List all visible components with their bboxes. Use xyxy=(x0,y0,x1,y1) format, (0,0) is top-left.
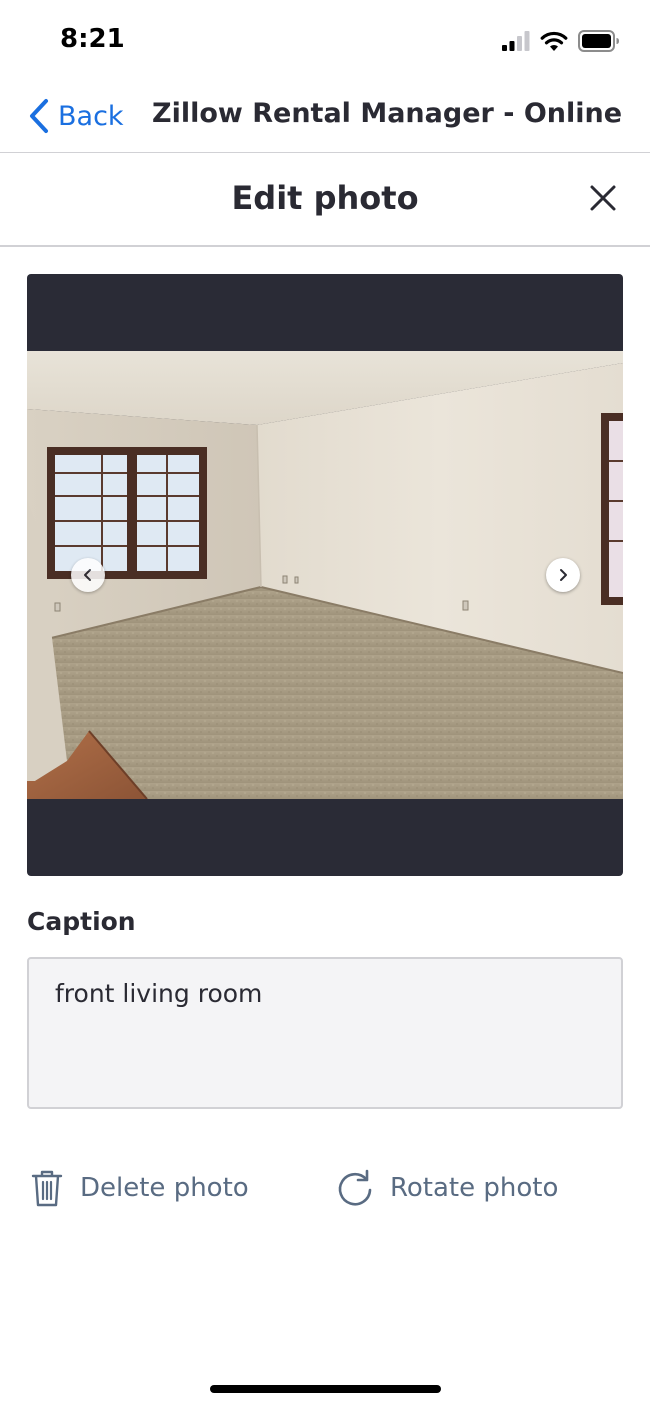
rotate-photo-button[interactable]: Rotate photo xyxy=(336,1166,558,1210)
battery-icon xyxy=(578,30,619,52)
caption-input[interactable]: front living room xyxy=(27,957,623,1109)
wifi-icon xyxy=(540,31,568,51)
status-icons xyxy=(502,28,620,54)
rotate-photo-label: Rotate photo xyxy=(390,1173,559,1203)
room-photo xyxy=(27,351,623,799)
next-photo-button[interactable] xyxy=(546,558,580,592)
chevron-left-icon xyxy=(30,99,48,133)
chevron-left-icon xyxy=(84,569,91,581)
status-bar: 8:21 xyxy=(0,0,650,84)
delete-photo-button[interactable]: Delete photo xyxy=(30,1166,249,1210)
page-title: Zillow Rental Manager - Online Pr... xyxy=(152,98,622,129)
status-time: 8:21 xyxy=(60,24,125,54)
chevron-right-icon xyxy=(560,569,567,581)
caption-label: Caption xyxy=(27,907,136,936)
cellular-signal-icon xyxy=(502,31,530,51)
close-button[interactable] xyxy=(584,179,622,217)
home-indicator xyxy=(210,1385,441,1393)
close-icon xyxy=(590,185,616,211)
delete-photo-label: Delete photo xyxy=(80,1173,249,1203)
photo-viewer xyxy=(27,274,623,876)
nav-bar: Back Zillow Rental Manager - Online Pr..… xyxy=(0,84,650,153)
back-label: Back xyxy=(58,100,124,132)
trash-icon xyxy=(31,1170,63,1207)
back-button[interactable]: Back xyxy=(28,96,124,136)
previous-photo-button[interactable] xyxy=(71,558,105,592)
modal-header: Edit photo xyxy=(0,153,650,247)
modal-title: Edit photo xyxy=(231,179,419,217)
rotate-icon xyxy=(338,1169,372,1206)
